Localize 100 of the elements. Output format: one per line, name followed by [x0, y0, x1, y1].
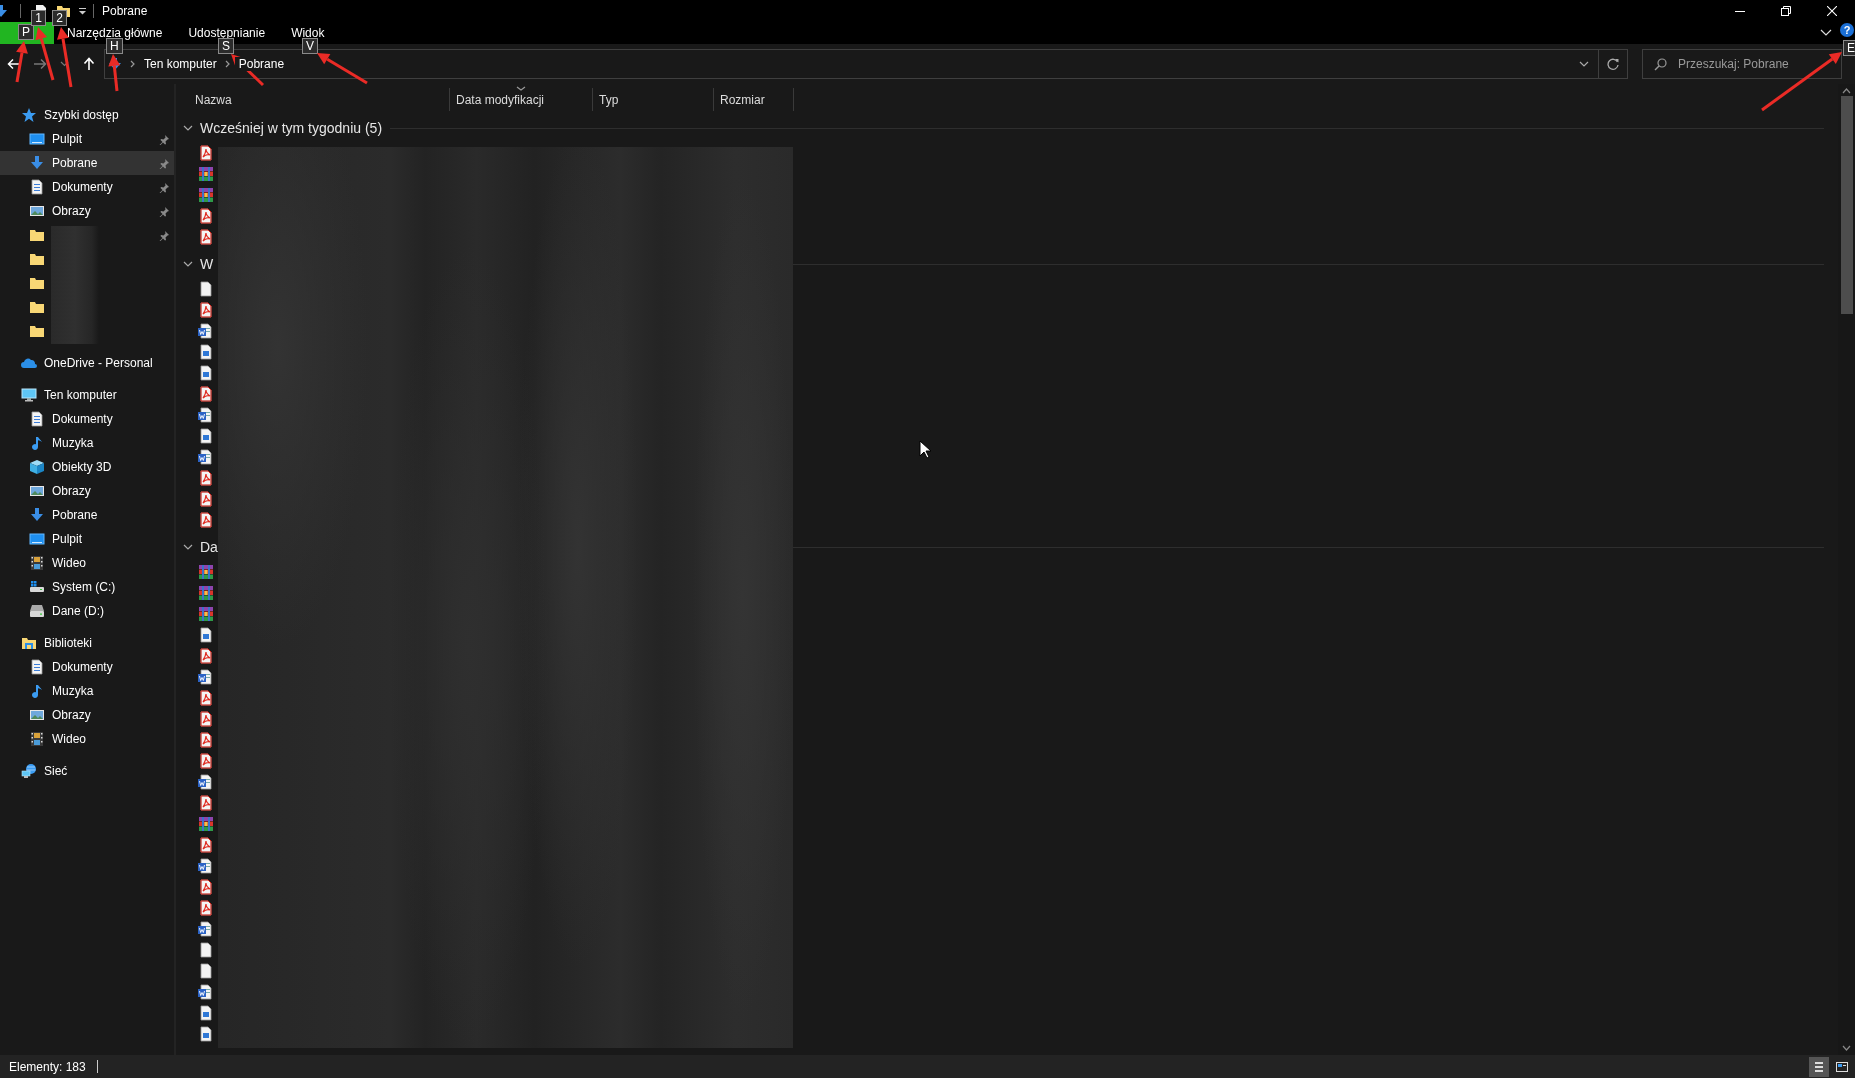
item-count: Elementy: 183	[9, 1059, 86, 1074]
image-file-icon	[198, 343, 214, 360]
group-header[interactable]: Da	[200, 539, 218, 555]
sidebar-item[interactable]: Obiekty 3D	[0, 455, 174, 479]
address-field[interactable]: Ten komputer Pobrane	[104, 49, 1628, 79]
pin-icon	[159, 206, 170, 217]
folder-icon	[29, 227, 45, 243]
sidebar-item[interactable]: Wideo	[0, 727, 174, 751]
sidebar-item[interactable]: Wideo	[0, 551, 174, 575]
archive-file-icon	[198, 605, 214, 622]
sidebar-item[interactable]: Muzyka	[0, 679, 174, 703]
sidebar-item[interactable]: Muzyka	[0, 431, 174, 455]
caret-icon	[1579, 60, 1589, 68]
pdf-file-icon	[198, 207, 214, 224]
library-folder-icon	[21, 635, 37, 651]
scrollbar-thumb[interactable]	[1840, 96, 1853, 314]
document-icon	[29, 179, 45, 195]
image-file-icon	[198, 1004, 214, 1021]
pdf-file-icon	[198, 794, 214, 811]
close-icon	[1827, 6, 1837, 16]
sidebar-item[interactable]: Dokumenty	[0, 175, 174, 199]
film-icon	[29, 731, 45, 747]
pdf-file-icon	[198, 878, 214, 895]
pdf-file-icon	[198, 490, 214, 507]
sidebar-item[interactable]: Obrazy	[0, 703, 174, 727]
folder-icon	[29, 251, 45, 267]
desktop-icon	[29, 531, 45, 547]
download-arrow-icon	[29, 507, 45, 523]
column-header[interactable]: Nazwa	[176, 88, 450, 111]
sidebar-item[interactable]: Pulpit	[0, 527, 174, 551]
archive-file-icon	[198, 584, 214, 601]
image-file-icon	[198, 1025, 214, 1042]
back-arrow-icon	[7, 58, 21, 70]
details-view-icon	[1813, 1060, 1825, 1073]
star-icon	[21, 107, 37, 123]
sidebar-item[interactable]: Obrazy	[0, 479, 174, 503]
help-button[interactable]: ?	[1840, 23, 1854, 37]
pdf-file-icon	[198, 301, 214, 318]
restore-icon	[1781, 6, 1791, 16]
word-file-icon	[198, 983, 214, 1000]
sidebar-item[interactable]: Sieć	[0, 759, 174, 783]
pdf-file-icon	[198, 710, 214, 727]
folder-icon	[29, 299, 45, 315]
up-arrow-icon	[83, 57, 95, 71]
collapse-chevron-icon	[183, 544, 193, 550]
word-file-icon	[198, 857, 214, 874]
pdf-file-icon	[198, 469, 214, 486]
document-icon	[29, 659, 45, 675]
picture-icon	[29, 707, 45, 723]
drive-icon	[29, 579, 45, 595]
word-file-icon	[198, 920, 214, 937]
sidebar-item[interactable]: Szybki dostęp	[0, 103, 174, 127]
archive-file-icon	[198, 563, 214, 580]
sidebar-item[interactable]: OneDrive - Personal	[0, 351, 174, 375]
word-file-icon	[198, 668, 214, 685]
image-file-icon	[198, 427, 214, 444]
word-file-icon	[198, 773, 214, 790]
keytip: S	[218, 38, 234, 54]
sidebar-item[interactable]: System (C:)	[0, 575, 174, 599]
sidebar-item[interactable]: Pobrane	[0, 503, 174, 527]
sidebar-item[interactable]: Pulpit	[0, 127, 174, 151]
sort-caret-icon	[516, 86, 526, 91]
picture-icon	[29, 483, 45, 499]
group-header[interactable]: W	[200, 256, 214, 272]
sidebar-item[interactable]: Biblioteki	[0, 631, 174, 655]
tiles-view-icon	[1836, 1060, 1848, 1073]
pdf-file-icon	[198, 511, 214, 528]
pin-icon	[159, 182, 170, 193]
group-header[interactable]: Wcześniej w tym tygodniu (5)	[200, 120, 383, 136]
search-icon	[1654, 58, 1667, 71]
column-header[interactable]: Typ	[593, 88, 714, 111]
pdf-file-icon	[198, 752, 214, 769]
caret-icon	[59, 61, 69, 67]
expand-ribbon-icon	[1820, 29, 1832, 37]
pin-icon	[159, 134, 170, 145]
pdf-file-icon	[198, 689, 214, 706]
sidebar-item[interactable]: Dokumenty	[0, 407, 174, 431]
file-icon	[198, 962, 214, 979]
sidebar-item[interactable]: Dokumenty	[0, 655, 174, 679]
word-file-icon	[198, 322, 214, 339]
sidebar-item[interactable]: Obrazy	[0, 199, 174, 223]
column-header[interactable]: Rozmiar	[714, 88, 794, 111]
pdf-file-icon	[198, 899, 214, 916]
file-icon	[198, 941, 214, 958]
computer-icon	[21, 387, 37, 403]
keytip: 2	[52, 10, 67, 26]
scroll-up-icon	[1842, 88, 1851, 94]
sidebar-item[interactable]: Ten komputer	[0, 383, 174, 407]
document-icon	[29, 411, 45, 427]
sidebar-item[interactable]: Pobrane	[0, 151, 174, 175]
keytip: V	[302, 38, 318, 54]
search-field[interactable]: Przeszukaj: Pobrane	[1642, 49, 1842, 79]
image-file-icon	[198, 364, 214, 381]
archive-file-icon	[198, 186, 214, 203]
view-button[interactable]	[1809, 1056, 1829, 1077]
sidebar-item[interactable]: Dane (D:)	[0, 599, 174, 623]
collapse-chevron-icon	[183, 125, 193, 131]
column-header[interactable]: Data modyfikacji	[450, 88, 593, 111]
file-icon	[198, 280, 214, 297]
keytip: P	[18, 24, 34, 40]
